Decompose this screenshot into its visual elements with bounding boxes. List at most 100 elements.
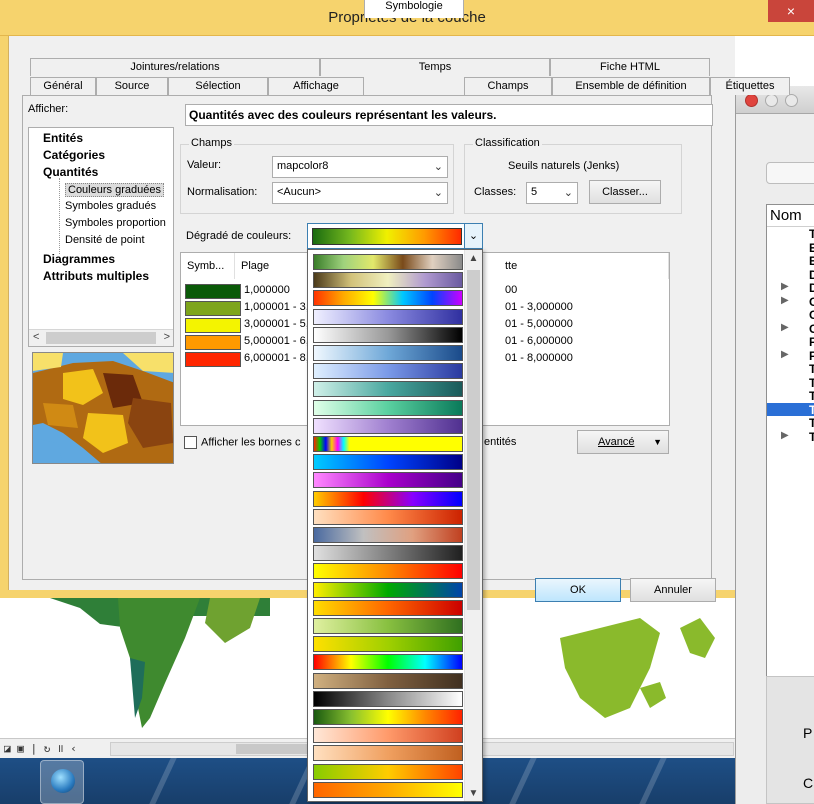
scroll-up-icon[interactable]: ▲ [465, 250, 482, 268]
dialog-frame [0, 36, 8, 598]
tree-horizontal-scrollbar[interactable]: < > [29, 329, 173, 346]
tree-item-symboles-gradues[interactable]: Symboles gradués [65, 200, 156, 212]
close-button[interactable]: × [768, 0, 814, 22]
normalization-select[interactable]: <Aucun> ⌄ [272, 182, 448, 204]
tree-item-categories[interactable]: Catégories [43, 148, 105, 162]
classes-select-text: 5 [531, 186, 538, 198]
color-ramp-option[interactable] [313, 599, 463, 616]
color-ramp-option[interactable] [313, 326, 463, 343]
tree-item-entites[interactable]: Entités [43, 131, 83, 145]
color-ramp-option[interactable] [313, 381, 463, 398]
class-label: 00 [505, 284, 518, 296]
tree-item-attributs-multiples[interactable]: Attributs multiples [43, 269, 149, 283]
tree-item-densite-de-point[interactable]: Densité de point [65, 234, 145, 246]
color-ramp-option[interactable] [313, 254, 463, 270]
taskbar-decoration [509, 758, 537, 804]
ok-button[interactable]: OK [535, 578, 621, 602]
symbology-type-tree[interactable]: Entités Catégories Quantités Couleurs gr… [28, 127, 174, 347]
tree-item-diagrammes[interactable]: Diagrammes [43, 252, 115, 266]
column-header-symbol[interactable]: Symb... [181, 253, 235, 279]
tab-s-lection[interactable]: Sélection [168, 77, 268, 95]
tab-affichage[interactable]: Affichage [268, 77, 364, 95]
color-ramp-option[interactable] [313, 527, 463, 543]
color-ramp-option[interactable] [313, 436, 463, 452]
color-ramp-option[interactable] [313, 618, 463, 634]
class-symbol-swatch[interactable] [185, 352, 241, 367]
color-ramp-option[interactable] [313, 672, 463, 689]
classes-select[interactable]: 5 ⌄ [526, 182, 578, 204]
tab--tiquettes[interactable]: Étiquettes [710, 77, 790, 95]
symbology-preview-image [32, 352, 174, 464]
color-ramp-option[interactable] [313, 763, 463, 780]
color-ramp-option[interactable] [313, 781, 463, 798]
chevron-down-icon[interactable]: ⌄ [464, 224, 482, 248]
color-ramp-option[interactable] [313, 636, 463, 653]
class-range: 1,000000 [244, 284, 290, 296]
tab-temps[interactable]: Temps [320, 58, 550, 76]
color-ramp-option[interactable] [313, 545, 463, 562]
color-ramp-option[interactable] [313, 727, 463, 744]
dropdown-vertical-scrollbar[interactable]: ▲ ▼ [464, 250, 482, 801]
color-ramp-option[interactable] [313, 363, 463, 380]
renderer-description: Quantités avec des couleurs représentant… [185, 104, 713, 126]
tree-item-couleurs-graduees[interactable]: Couleurs graduées [65, 183, 164, 197]
class-range: 1,000001 - 3,000000 [244, 301, 310, 313]
scroll-right-icon[interactable]: > [164, 331, 170, 343]
color-ramp-option[interactable] [313, 290, 463, 307]
tab-champs[interactable]: Champs [464, 77, 552, 95]
class-range: 3,000001 - 5,000000 [244, 318, 310, 330]
caret-down-icon: ▼ [653, 437, 662, 447]
color-ramp-select[interactable]: ⌄ [307, 223, 483, 249]
class-symbol-swatch[interactable] [185, 335, 241, 350]
scroll-thumb[interactable] [467, 270, 480, 610]
tab-fiche-html[interactable]: Fiche HTML [550, 58, 710, 76]
color-ramp-option[interactable] [313, 563, 463, 580]
class-symbol-swatch[interactable] [185, 301, 241, 316]
color-ramp-option[interactable] [313, 399, 463, 416]
cancel-button[interactable]: Annuler [630, 578, 716, 602]
color-ramp-option[interactable] [313, 654, 463, 671]
classification-group-label: Classification [473, 137, 542, 149]
tree-item-symboles-proportion[interactable]: Symboles proportion [65, 217, 166, 229]
classification-method: Seuils naturels (Jenks) [508, 160, 620, 172]
color-ramp-option[interactable] [313, 490, 463, 507]
taskbar-app-button[interactable] [40, 760, 84, 804]
tab-source[interactable]: Source [96, 77, 168, 95]
toolbar-icons[interactable]: ◪ ▣ | ↻ ॥ ‹ [4, 741, 77, 756]
fields-group-label: Champs [189, 137, 234, 149]
color-ramp-option[interactable] [313, 272, 463, 289]
checkbox-box[interactable] [184, 436, 197, 449]
color-ramp-option[interactable] [313, 709, 463, 725]
color-ramp-option[interactable] [313, 454, 463, 471]
class-label: 01 - 8,000000 [505, 352, 573, 364]
scroll-down-icon[interactable]: ▼ [465, 785, 482, 801]
color-ramp-option[interactable] [313, 508, 463, 525]
scroll-thumb[interactable] [46, 332, 156, 344]
chevron-down-icon: ⌄ [433, 187, 443, 199]
color-ramp-option[interactable] [313, 581, 463, 598]
show-class-ranges-checkbox[interactable]: Afficher les bornes c [184, 436, 300, 449]
class-symbol-swatch[interactable] [185, 284, 241, 299]
tab-g-n-ral[interactable]: Général [30, 77, 96, 95]
chevron-down-icon: ⌄ [563, 187, 573, 199]
color-ramp-option[interactable] [313, 690, 463, 707]
tab-jointures-relations[interactable]: Jointures/relations [30, 58, 320, 76]
scroll-left-icon[interactable]: < [33, 331, 39, 343]
background-window-bottom-panel: P C [766, 676, 814, 804]
tree-item-quantites[interactable]: Quantités [43, 165, 98, 179]
tab-ensemble-de-d-finition[interactable]: Ensemble de définition [552, 77, 710, 95]
classify-button[interactable]: Classer... [589, 180, 661, 204]
class-symbol-swatch[interactable] [185, 318, 241, 333]
color-ramp-dropdown[interactable]: ▲ ▼ [307, 249, 483, 802]
afficher-label: Afficher: [28, 103, 69, 115]
color-ramp-option[interactable] [313, 308, 463, 325]
color-ramp-option[interactable] [313, 345, 463, 361]
color-ramp-option[interactable] [313, 745, 463, 762]
value-select[interactable]: mapcolor8 ⌄ [272, 156, 448, 178]
tab-symbologie[interactable]: Symbologie [364, 0, 464, 18]
color-ramp-option[interactable] [313, 472, 463, 489]
tree-guide [59, 178, 60, 254]
advanced-button[interactable]: Avancé ▼ [577, 430, 669, 454]
color-ramp-option[interactable] [313, 417, 463, 434]
column-header-label[interactable]: tte [499, 253, 669, 279]
